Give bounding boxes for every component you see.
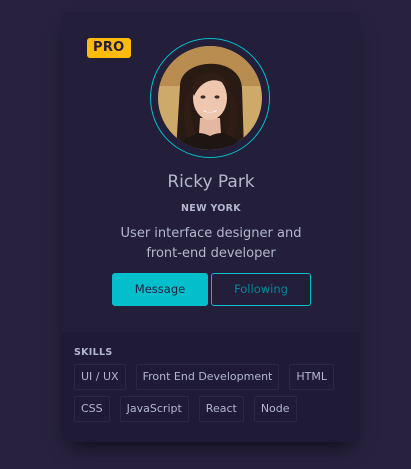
profile-bio: User interface designer and front-end de… — [102, 224, 320, 264]
skill-tag: JavaScript — [119, 396, 189, 422]
skill-tag: HTML — [289, 364, 334, 390]
pro-badge: PRO — [87, 38, 131, 58]
skills-list: UI / UX Front End Development HTML CSS J… — [74, 364, 349, 428]
avatar — [158, 46, 262, 150]
message-button[interactable]: Message — [112, 273, 208, 306]
skill-tag: CSS — [74, 396, 110, 422]
skills-title: SKILLS — [74, 347, 113, 358]
skill-tag: Front End Development — [135, 364, 280, 390]
following-button[interactable]: Following — [211, 273, 311, 306]
skill-tag: UI / UX — [74, 364, 126, 390]
skill-tag: Node — [253, 396, 297, 422]
bio-line: User interface designer and — [120, 226, 302, 241]
skills-section: SKILLS UI / UX Front End Development HTM… — [62, 332, 360, 442]
profile-card: PRO Ricky Park NEW YORK User interface d… — [62, 12, 360, 442]
bio-line: front-end developer — [146, 246, 276, 261]
profile-city: NEW YORK — [181, 203, 241, 214]
profile-name: Ricky Park — [167, 172, 255, 192]
skill-tag: React — [198, 396, 244, 422]
user-avatar-photo-icon — [158, 46, 262, 150]
avatar-ring — [150, 38, 270, 158]
